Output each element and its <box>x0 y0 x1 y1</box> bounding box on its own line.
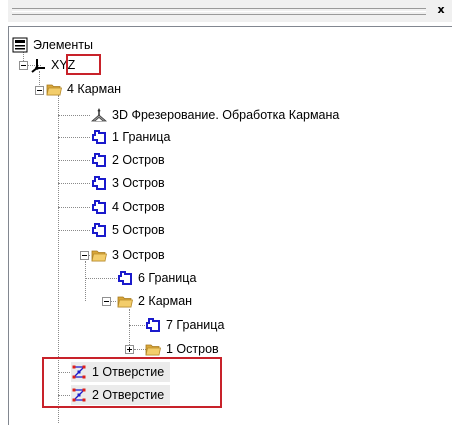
tree-node-label: 7 Граница <box>166 318 225 332</box>
contour-icon <box>91 129 107 145</box>
tree-node-label: 3D Фрезерование. Обработка Кармана <box>112 108 340 122</box>
tree-root[interactable]: Элементы <box>12 35 94 55</box>
tree-node-contour[interactable]: 1 Граница <box>91 127 171 147</box>
titlebar-grip <box>12 11 426 12</box>
contour-icon <box>91 199 107 215</box>
titlebar-grip <box>12 14 426 15</box>
contour-icon <box>117 270 133 286</box>
expand-toggle[interactable] <box>125 345 134 354</box>
contour-icon <box>91 175 107 191</box>
tree-node-folder[interactable]: 4 Карман <box>46 79 122 99</box>
tree-node-folder[interactable]: 2 Карман <box>117 291 193 311</box>
collapse-toggle[interactable] <box>19 61 28 70</box>
collapse-toggle[interactable] <box>35 86 44 95</box>
tree-node-label: 1 Остров <box>166 342 219 356</box>
folder-icon <box>91 247 107 263</box>
tree-connector <box>129 325 145 326</box>
folder-icon <box>46 81 62 97</box>
tree-connector <box>85 278 117 279</box>
tree-node-label: 2 Остров <box>112 153 165 167</box>
tree-connector <box>58 230 90 231</box>
tree-node-folder[interactable]: 1 Остров <box>145 339 220 359</box>
tree-connector <box>58 115 90 116</box>
tree-node-label: 5 Остров <box>112 223 165 237</box>
titlebar-grip <box>12 8 426 9</box>
tree-node-contour[interactable]: 5 Остров <box>91 220 166 240</box>
tree-node-label: 2 Карман <box>138 294 193 308</box>
folder-icon <box>145 341 161 357</box>
tree-panel[interactable]: Элементы XYZ 4 Карман 3D Фрезерование. О… <box>8 26 452 425</box>
contour-icon <box>91 222 107 238</box>
tree-node-contour[interactable]: 6 Граница <box>117 268 197 288</box>
contour-icon <box>145 317 161 333</box>
tree-connector <box>58 207 90 208</box>
tree-node-contour[interactable]: 3 Остров <box>91 173 166 193</box>
tree-node-folder[interactable]: 3 Остров <box>91 245 166 265</box>
collapse-toggle[interactable] <box>80 251 89 260</box>
tree-node-label: 6 Граница <box>138 271 197 285</box>
tree-node-label: 4 Карман <box>67 82 122 96</box>
panel-titlebar[interactable]: x <box>8 0 452 22</box>
tree-node-operation[interactable]: 3D Фрезерование. Обработка Кармана <box>91 105 340 125</box>
milling-operation-icon <box>91 108 107 122</box>
collapse-toggle[interactable] <box>102 297 111 306</box>
highlight-frame <box>42 357 222 408</box>
tree-node-label: 4 Остров <box>112 200 165 214</box>
contour-icon <box>91 152 107 168</box>
tree-root-label: Элементы <box>33 38 93 52</box>
tree-node-contour[interactable]: 4 Остров <box>91 197 166 217</box>
tree-node-label: 3 Остров <box>112 176 165 190</box>
tree-connector <box>58 160 90 161</box>
elements-icon <box>12 37 28 53</box>
tree-node-contour[interactable]: 7 Граница <box>145 315 225 335</box>
tree-connector <box>85 261 86 301</box>
axes-icon <box>31 59 45 73</box>
close-button[interactable]: x <box>434 3 448 17</box>
tree-connector <box>58 183 90 184</box>
highlight-frame <box>66 54 101 75</box>
tree-node-contour[interactable]: 2 Остров <box>91 150 166 170</box>
folder-icon <box>117 293 133 309</box>
tree-node-label: 1 Граница <box>112 130 171 144</box>
tree-node-label: 3 Остров <box>112 248 165 262</box>
tree-connector <box>58 137 90 138</box>
